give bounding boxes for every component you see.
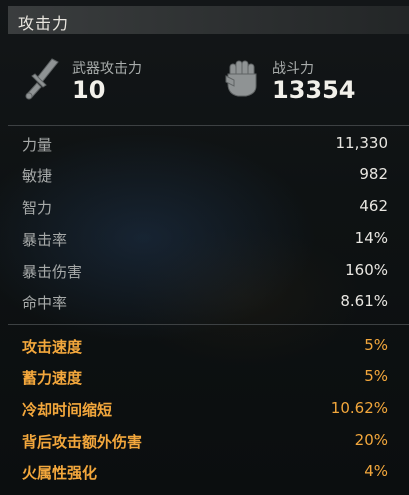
weapon-attack-value: 10 [72, 76, 106, 104]
bonus-stat-value: 4% [364, 462, 388, 480]
stat-name: 智力 [22, 199, 53, 217]
weapon-attack-label: 武器攻击力 [72, 61, 142, 77]
bonus-stat-name: 火属性强化 [22, 464, 98, 482]
combat-power-label: 战斗力 [272, 61, 314, 77]
stat-row: 敏捷 982 [22, 163, 388, 187]
combat-power-stat: 战斗力 13354 [222, 56, 402, 108]
stat-name: 敏捷 [22, 167, 53, 185]
stat-name: 暴击率 [22, 231, 68, 249]
bonus-stat-name: 背后攻击额外伤害 [22, 433, 143, 451]
fist-icon [222, 56, 262, 100]
stat-name: 力量 [22, 136, 53, 154]
bonus-stat-row: 背后攻击额外伤害 20% [22, 429, 388, 453]
combat-power-value: 13354 [272, 76, 356, 104]
bonus-stat-value: 5% [364, 336, 388, 354]
title-bar: 攻击力 [8, 6, 409, 34]
stat-value: 11,330 [335, 134, 389, 152]
attack-stats-panel: 攻击力 武器攻击力 10 战斗力 13354 力量 11,330 敏捷 982 … [0, 0, 409, 495]
bonus-stat-value: 20% [354, 431, 388, 449]
stat-name: 暴击伤害 [22, 263, 83, 281]
bonus-stat-value: 10.62% [330, 399, 388, 417]
bonus-stat-row: 火属性强化 4% [22, 460, 388, 484]
weapon-attack-stat: 武器攻击力 10 [22, 56, 212, 108]
stat-value: 8.61% [340, 292, 388, 310]
stat-name: 命中率 [22, 294, 68, 312]
stat-value: 462 [359, 197, 388, 215]
stat-row: 力量 11,330 [22, 132, 388, 156]
stats-divider [8, 324, 409, 325]
stat-value: 14% [354, 229, 388, 247]
bonus-stat-name: 冷却时间缩短 [22, 401, 113, 419]
header-divider [8, 125, 409, 126]
stat-value: 160% [345, 261, 388, 279]
stat-row: 暴击伤害 160% [22, 259, 388, 283]
bonus-stat-name: 蓄力速度 [22, 369, 83, 387]
stat-row: 命中率 8.61% [22, 290, 388, 314]
bonus-stat-row: 攻击速度 5% [22, 334, 388, 358]
bonus-stat-name: 攻击速度 [22, 338, 83, 356]
bonus-stat-value: 5% [364, 367, 388, 385]
stat-row: 暴击率 14% [22, 227, 388, 251]
bonus-stat-row: 蓄力速度 5% [22, 365, 388, 389]
bonus-stat-row: 冷却时间缩短 10.62% [22, 397, 388, 421]
sword-icon [22, 56, 62, 100]
stat-row: 智力 462 [22, 195, 388, 219]
panel-title: 攻击力 [18, 14, 70, 33]
stat-value: 982 [359, 165, 388, 183]
